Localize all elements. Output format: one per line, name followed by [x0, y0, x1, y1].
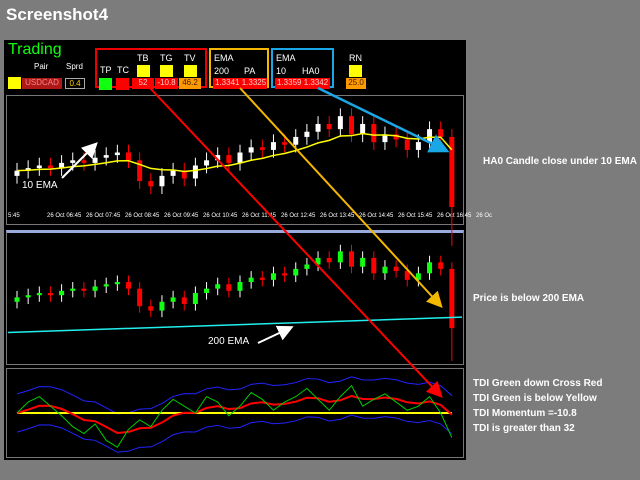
candle-a	[14, 170, 20, 176]
candle-b	[170, 297, 176, 302]
candle-b	[192, 293, 198, 304]
ema200-pointer-arrow	[257, 325, 294, 344]
annotation-tdi-momentum: TDI Momentum =-10.8	[473, 408, 577, 419]
candle-b	[226, 284, 232, 291]
candle-a	[92, 157, 98, 163]
candle-b	[70, 288, 76, 291]
candle-b	[237, 282, 243, 291]
candle-b	[360, 257, 366, 267]
candle-b	[293, 268, 299, 276]
ema10-pointer-arrow	[61, 142, 98, 179]
candle-b	[427, 262, 433, 274]
candle-a	[404, 139, 410, 150]
candle-b	[92, 286, 98, 291]
tdi-lower-band	[16, 414, 453, 453]
candle-a	[70, 160, 76, 163]
candle-a	[170, 170, 176, 176]
candle-b	[248, 277, 254, 283]
candle-b	[282, 273, 288, 276]
candle-a	[47, 165, 53, 169]
candle-b	[59, 290, 65, 296]
candle-b	[259, 277, 265, 280]
candle-b	[103, 284, 109, 287]
candle-b	[181, 297, 187, 304]
candle-a	[293, 136, 299, 145]
candle-a	[304, 131, 310, 137]
ema200-callout: 200 EMA	[208, 336, 250, 347]
candle-b	[36, 293, 42, 296]
candle-b	[382, 266, 388, 274]
annotation-tdi-32: TDI is greater than 32	[473, 423, 575, 434]
annotation-tdi-cross: TDI Green down Cross Red	[473, 378, 603, 389]
candle-a	[248, 147, 254, 153]
candle-a	[81, 160, 87, 163]
candle-b	[337, 251, 343, 263]
candle-a	[204, 160, 210, 166]
candle-b	[81, 288, 87, 291]
candle-a	[114, 152, 120, 156]
candle-b	[449, 268, 455, 329]
candle-b	[204, 288, 210, 294]
candle-a	[148, 181, 154, 187]
ema10-callout: 10 EMA	[22, 180, 58, 191]
candle-b	[25, 295, 31, 298]
candle-a	[326, 123, 332, 130]
candle-a	[237, 152, 243, 163]
candle-b	[137, 288, 143, 307]
candle-b	[14, 297, 20, 302]
candle-a	[349, 116, 354, 135]
candle-b	[349, 251, 354, 267]
candle-a	[226, 155, 232, 163]
candle-a	[126, 152, 131, 161]
candle-b	[304, 264, 310, 269]
candle-b	[326, 257, 332, 263]
candle-a	[415, 142, 421, 150]
candle-a	[282, 142, 288, 145]
candle-b	[126, 282, 131, 289]
candle-b	[371, 257, 377, 274]
candle-b	[438, 262, 444, 269]
candle-b	[47, 293, 53, 296]
candle-a	[103, 155, 109, 158]
annotation-tdi-yellow: TDI Green is below Yellow	[473, 393, 597, 404]
candle-a	[371, 123, 377, 143]
candle-a	[438, 129, 444, 137]
candle-a	[192, 165, 198, 179]
candle-b	[270, 273, 276, 280]
candle-a	[337, 116, 343, 130]
candle-a	[360, 123, 366, 135]
blue-arrow	[317, 86, 450, 153]
candle-a	[315, 123, 321, 132]
candle-a	[259, 147, 265, 150]
candle-b	[215, 284, 221, 289]
candle-b	[159, 301, 165, 311]
ema200-line	[7, 316, 463, 334]
candle-b	[393, 266, 399, 272]
candle-b	[148, 306, 154, 311]
candle-a	[36, 165, 42, 169]
candle-a	[270, 142, 276, 150]
candle-a	[427, 129, 433, 143]
annotation-ha0: HA0 Candle close under 10 EMA	[483, 156, 637, 167]
candle-a	[159, 175, 165, 187]
candle-b	[114, 282, 120, 285]
annotation-200ema: Price is below 200 EMA	[473, 293, 585, 304]
